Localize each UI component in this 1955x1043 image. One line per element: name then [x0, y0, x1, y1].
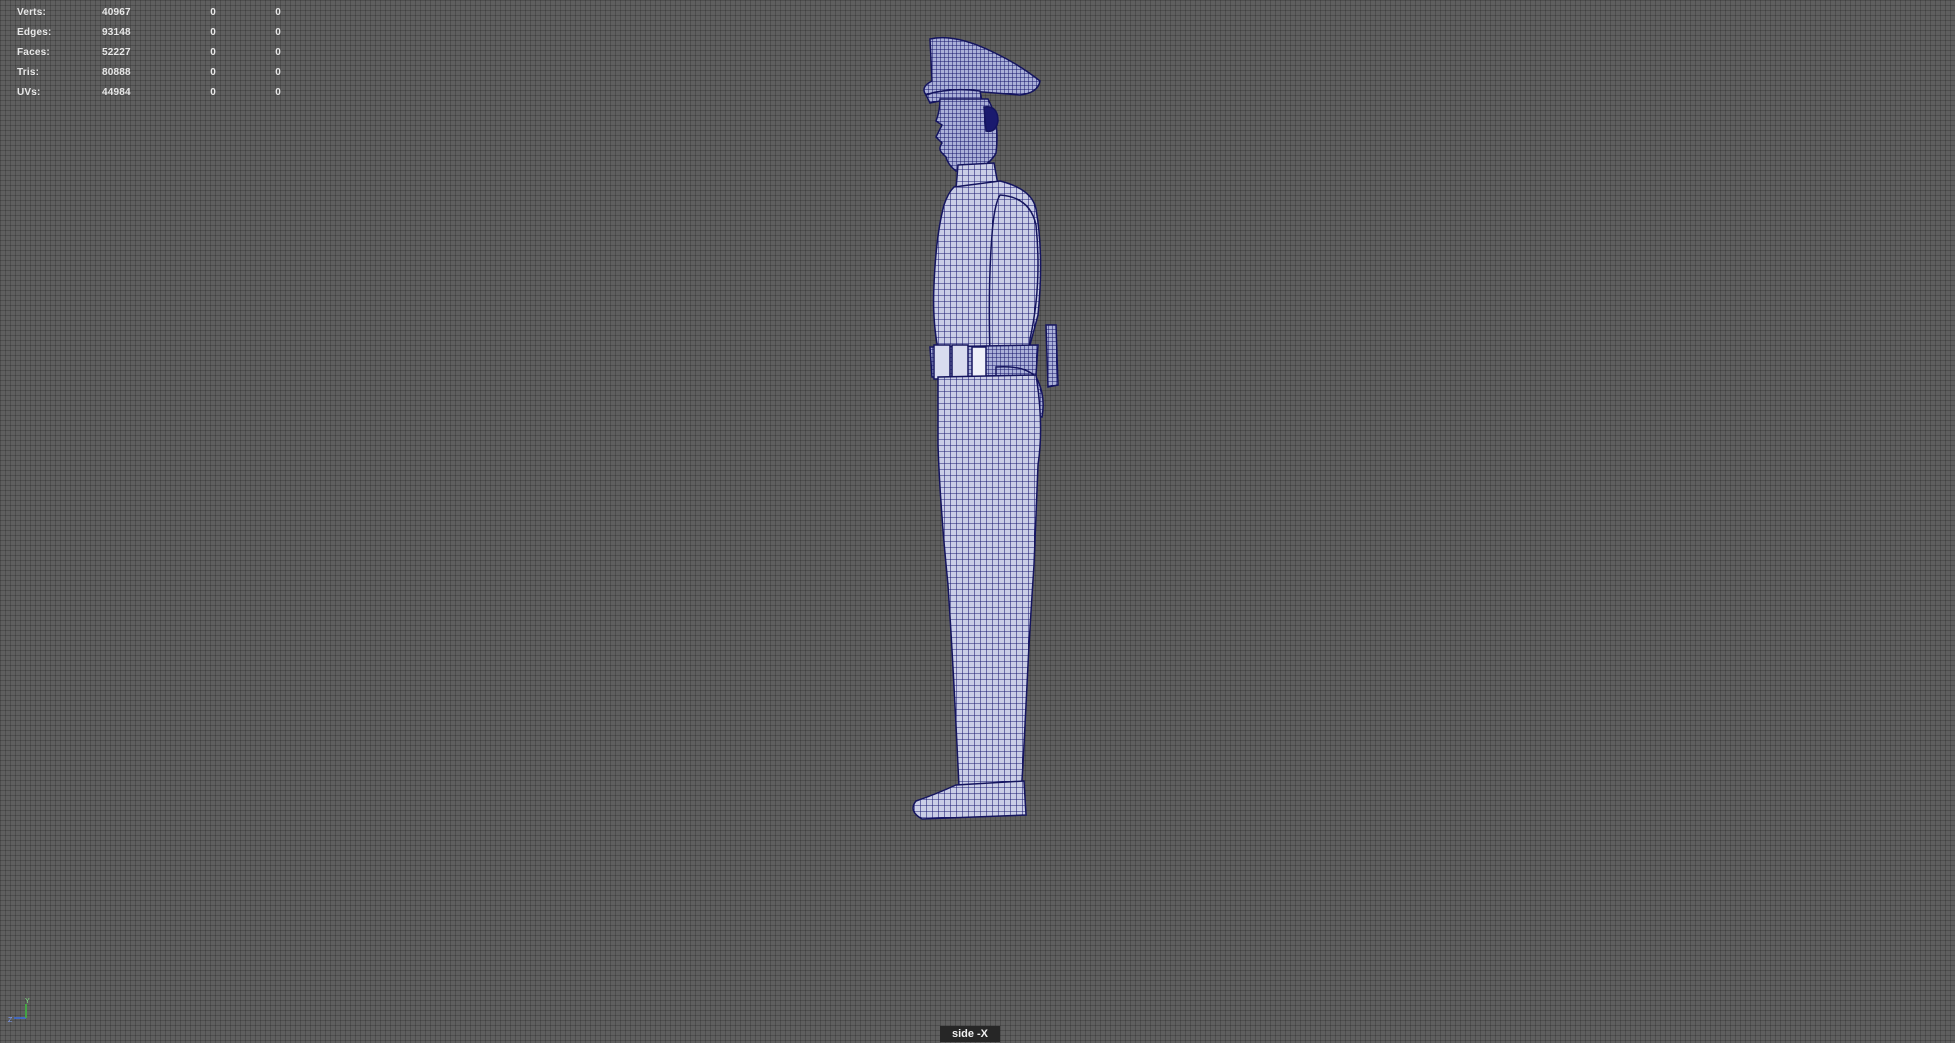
hud-row-faces: Faces: 52227 0 0	[17, 43, 281, 63]
view-axis-gizmo-icon: Y Z	[8, 998, 30, 1024]
hud-label: UVs:	[17, 87, 41, 98]
hud-value: 0	[210, 7, 216, 18]
hud-row-uvs: UVs: 44984 0 0	[17, 83, 281, 103]
hud-value: 0	[275, 7, 281, 18]
hud-row-edges: Edges: 93148 0 0	[17, 23, 281, 43]
hud-value: 93148	[102, 27, 131, 38]
hud-row-verts: Verts: 40967 0 0	[17, 3, 281, 23]
camera-view-label[interactable]: side -X	[940, 1026, 1000, 1042]
hud-value: 0	[210, 87, 216, 98]
axis-y-label: Y	[25, 998, 30, 1005]
hud-value: 0	[210, 67, 216, 78]
hud-value: 0	[275, 47, 281, 58]
hud-row-tris: Tris: 80888 0 0	[17, 63, 281, 83]
hud-value: 0	[275, 87, 281, 98]
hud-value: 44984	[102, 87, 131, 98]
hud-label: Edges:	[17, 27, 52, 38]
hud-value: 0	[275, 27, 281, 38]
poly-count-hud: Verts: 40967 0 0 Edges: 93148 0 0 Faces: 52227 0…	[17, 3, 281, 103]
hud-value: 80888	[102, 67, 131, 78]
3d-viewport[interactable]: Verts: 40967 0 0 Edges: 93148 0 0 Faces: 52227 0…	[0, 0, 1955, 1043]
hud-label: Faces:	[17, 47, 50, 58]
hud-value: 0	[210, 27, 216, 38]
axis-z-label: Z	[8, 1017, 13, 1024]
hud-value: 0	[210, 47, 216, 58]
hud-value: 40967	[102, 7, 131, 18]
police-officer-wireframe-model[interactable]	[860, 25, 1100, 1025]
hud-value: 52227	[102, 47, 131, 58]
hud-label: Verts:	[17, 7, 46, 18]
hud-value: 0	[275, 67, 281, 78]
hud-label: Tris:	[17, 67, 40, 78]
